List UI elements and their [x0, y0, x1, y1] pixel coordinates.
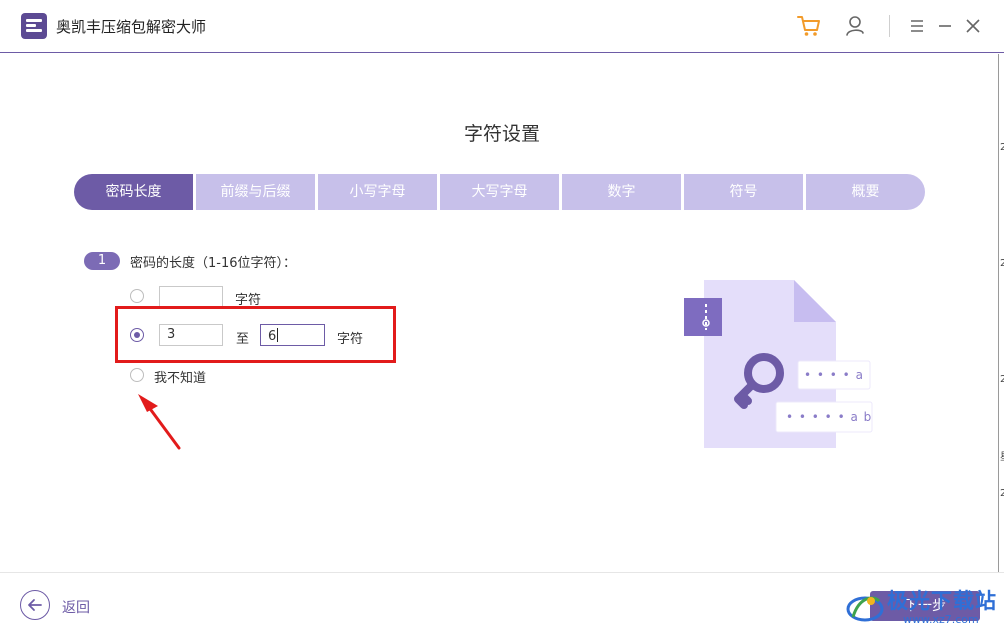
edge-char: 星	[1000, 448, 1004, 463]
tab-prefix-suffix[interactable]: 前缀与后缀	[196, 174, 315, 210]
annotation-arrow-icon	[138, 394, 181, 450]
fixed-length-radio[interactable]	[130, 289, 144, 303]
title-bar-divider	[889, 15, 890, 37]
tab-uppercase[interactable]: 大写字母	[440, 174, 559, 210]
page-title: 字符设置	[463, 123, 540, 145]
close-icon[interactable]	[959, 12, 987, 40]
minimize-icon[interactable]	[931, 12, 959, 40]
edge-char: 2	[1000, 488, 1004, 499]
app-title: 奥凯丰压缩包解密大师	[56, 18, 207, 36]
back-label[interactable]: 返回	[62, 597, 90, 617]
tab-summary[interactable]: 概要	[806, 174, 925, 210]
fixed-length-input[interactable]	[159, 286, 223, 308]
tab-lowercase[interactable]: 小写字母	[318, 174, 437, 210]
masked-password-sample-2: • • • • • a b	[786, 410, 873, 424]
edge-char: 2	[1000, 142, 1004, 153]
app-window: 奥凯丰压缩包解密大师 字符设置 密码长度 前缀与后缀 小写字母 大写字母 数字 …	[0, 0, 1004, 636]
tab-digits[interactable]: 数字	[562, 174, 681, 210]
back-button[interactable]	[20, 590, 50, 620]
step-number-badge: 1	[84, 252, 120, 270]
tab-symbols[interactable]: 符号	[684, 174, 803, 210]
menu-icon[interactable]	[903, 12, 931, 40]
app-logo-icon	[21, 13, 47, 39]
masked-password-sample-1: • • • • a	[804, 368, 864, 382]
edge-char: 2	[1000, 374, 1004, 385]
next-step-button[interactable]: 下一步	[870, 591, 980, 621]
zip-password-illustration: • • • • a • • • • • a b	[680, 278, 880, 453]
tab-password-length[interactable]: 密码长度	[74, 174, 193, 210]
edge-char: 2	[1000, 258, 1004, 269]
arrow-left-icon	[28, 599, 42, 611]
zip-file-key-icon	[684, 280, 873, 448]
title-bar: 奥凯丰压缩包解密大师	[0, 0, 1004, 53]
user-icon[interactable]	[842, 12, 870, 40]
unknown-length-label[interactable]: 我不知道	[154, 367, 206, 386]
step-label: 密码的长度（1-16位字符）：	[130, 256, 297, 271]
annotation-highlight-box	[115, 306, 396, 363]
footer-bar: 返回 下一步	[0, 572, 1004, 636]
settings-tabs: 密码长度 前缀与后缀 小写字母 大写字母 数字 符号 概要	[74, 174, 925, 210]
cart-icon[interactable]	[795, 12, 823, 40]
unknown-length-radio[interactable]	[130, 368, 144, 382]
